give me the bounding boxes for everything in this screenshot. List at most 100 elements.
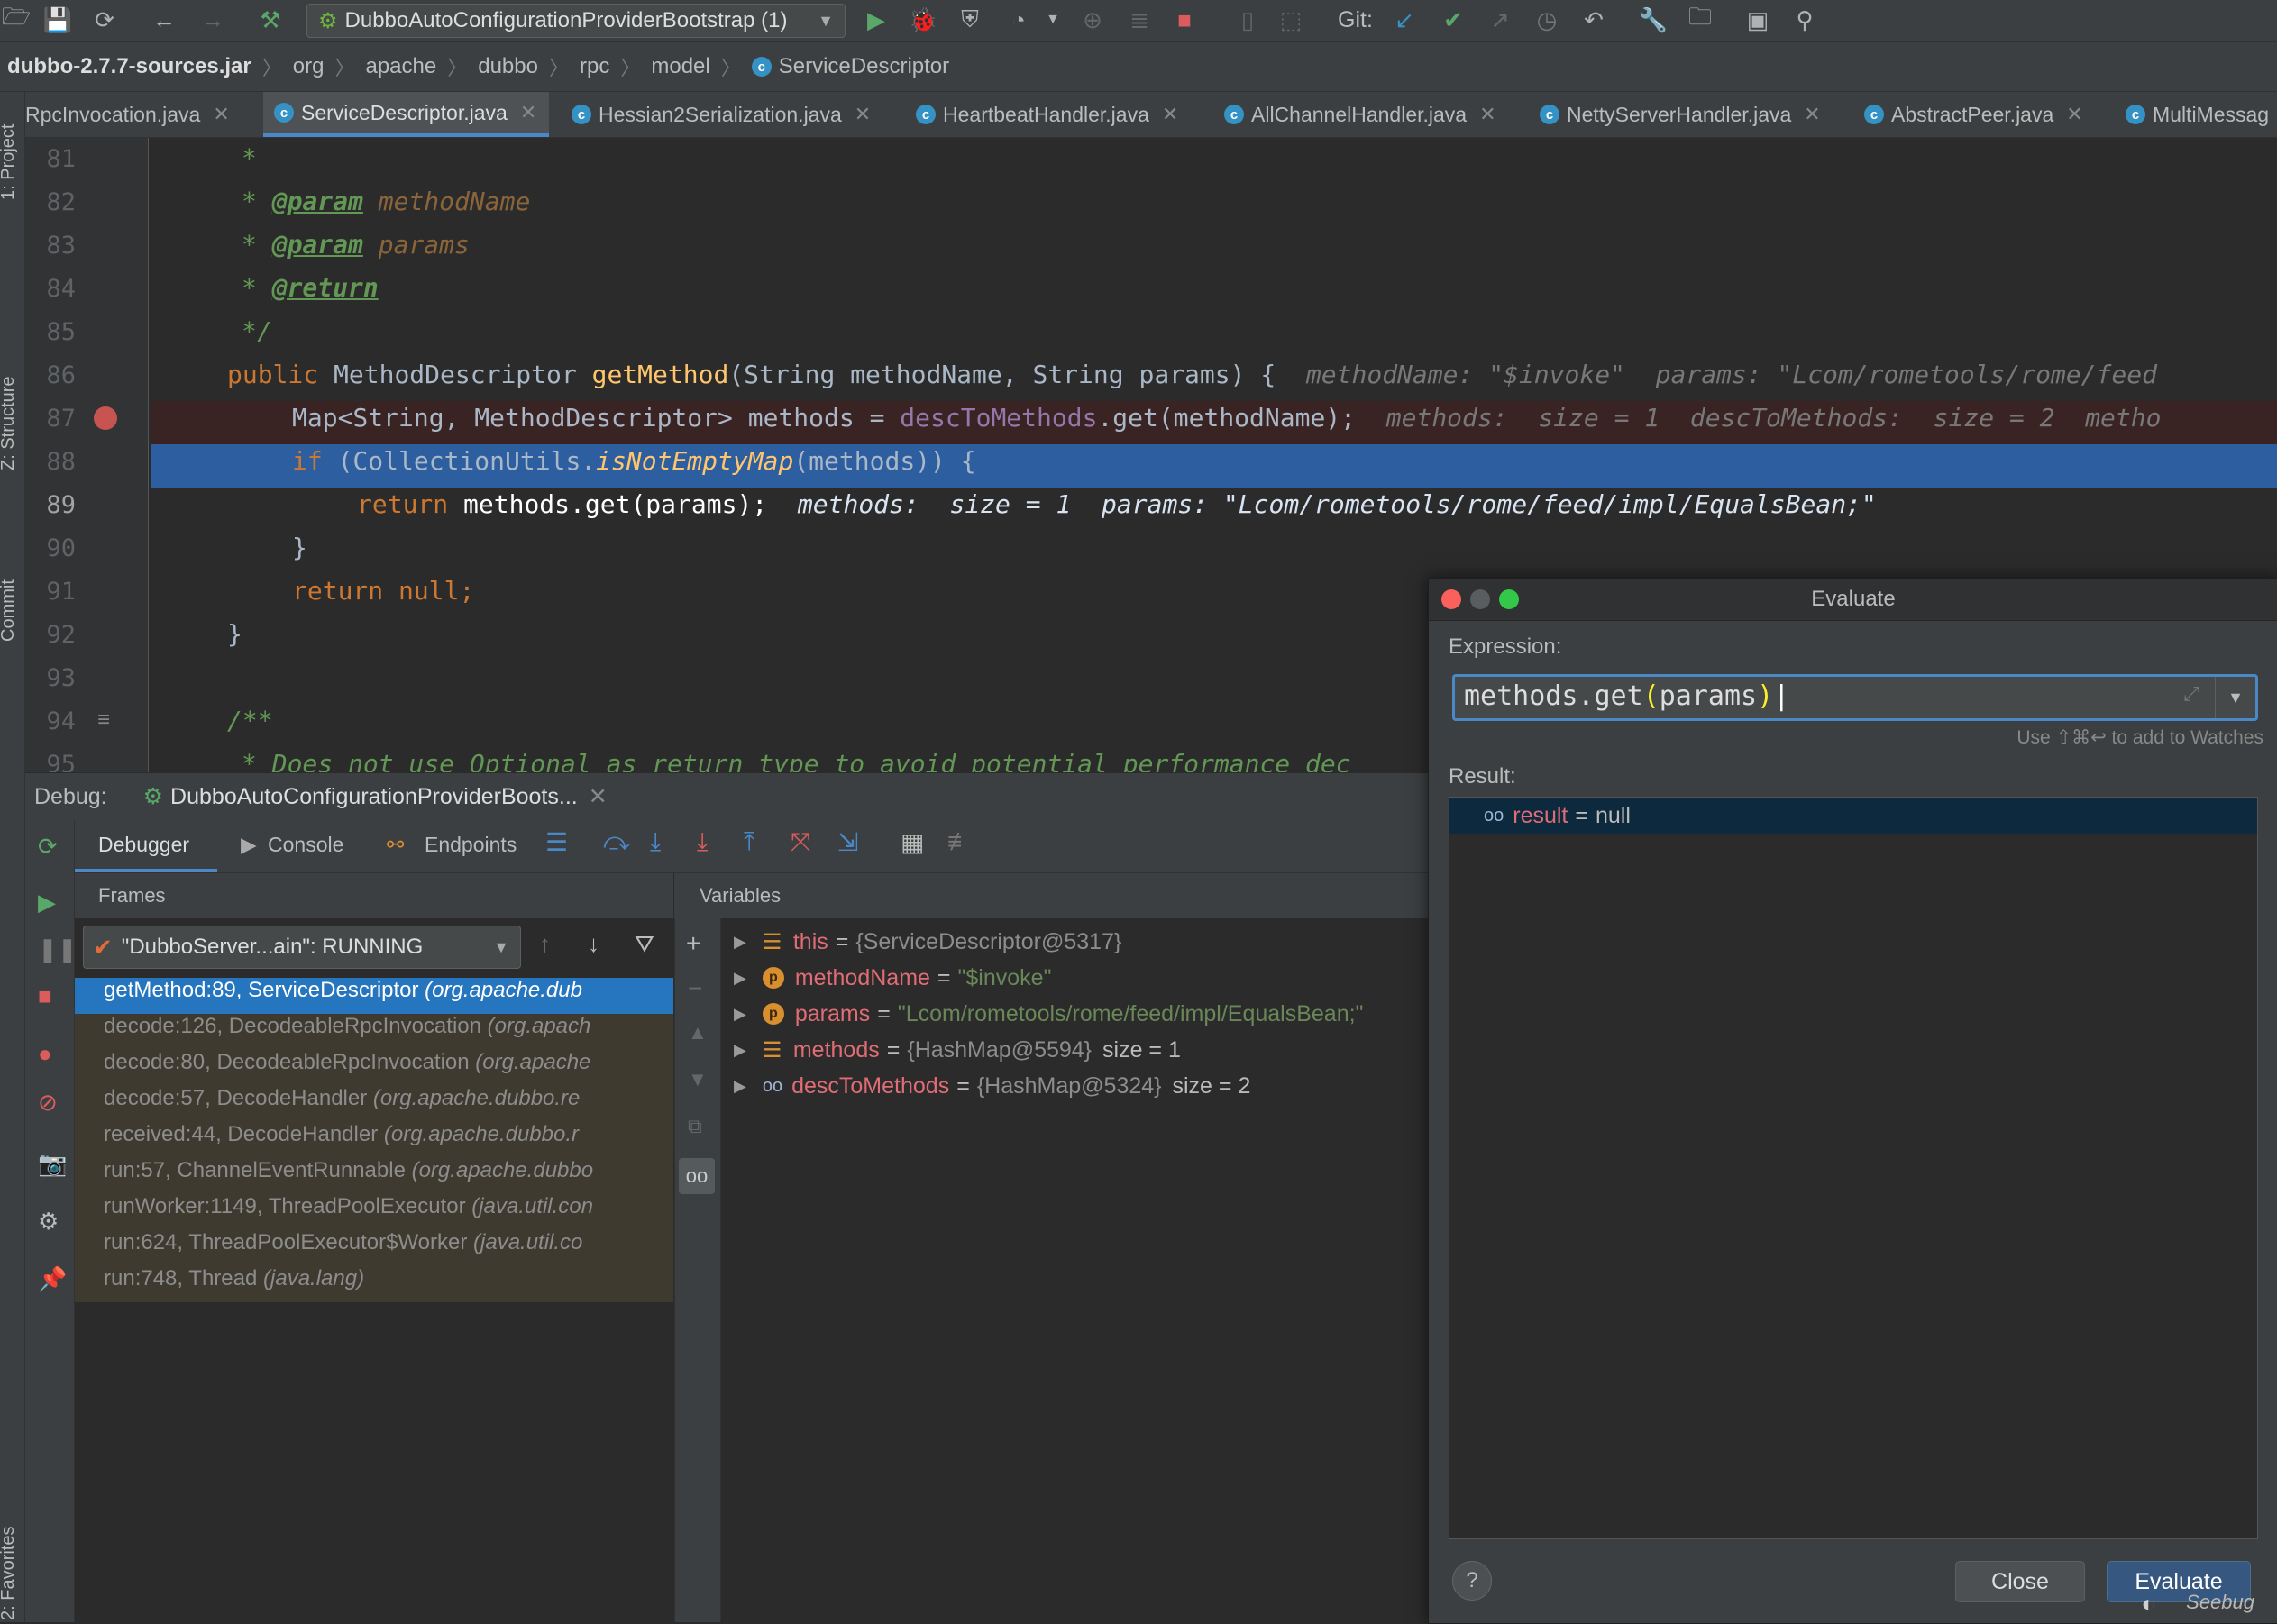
frame-item[interactable]: received:44, DecodeHandler (org.apache.d… (75, 1122, 673, 1158)
close-button[interactable]: Close (1955, 1561, 2085, 1602)
frame-item[interactable]: getMethod:89, ServiceDescriptor (org.apa… (75, 978, 673, 1014)
editor-gutter[interactable]: 81 82 83 84 85 86 87 88 89 90 91 92 93 9… (25, 138, 149, 772)
resume-icon[interactable]: ▶ (38, 889, 56, 917)
sync-icon[interactable]: ⟳ (90, 5, 119, 34)
debug-session-tab[interactable]: DubboAutoConfigurationProviderBoots... (170, 784, 578, 810)
project-structure-icon[interactable]: 🗀 (1686, 3, 1715, 34)
remove-watch-icon[interactable]: − (688, 974, 702, 1003)
expand-arrow-icon[interactable]: ▶ (734, 933, 746, 952)
terminal-icon[interactable]: ▣ (1743, 5, 1772, 34)
tab-abstractpeer[interactable]: c AbstractPeer.java ✕ (1864, 92, 2083, 137)
tab-servicedescriptor[interactable]: c ServiceDescriptor.java ✕ (263, 92, 550, 137)
close-icon[interactable]: ✕ (1479, 103, 1495, 126)
git-push-icon[interactable]: ↗ (1486, 5, 1514, 34)
history-dropdown-icon[interactable]: ▼ (2215, 677, 2255, 718)
attach-icon[interactable]: ⊕ (1078, 5, 1107, 34)
step-out-icon[interactable]: ⤒ (744, 827, 754, 857)
breadcrumb-apache[interactable]: apache (365, 54, 436, 79)
breadcrumb-rpc[interactable]: rpc (580, 54, 609, 79)
step-into-icon[interactable]: ⤓ (650, 827, 661, 857)
variable-row[interactable]: ▶ p params = "Lcom/rometools/rome/feed/imp… (734, 996, 1363, 1032)
git-update-icon[interactable]: ↙ (1390, 5, 1419, 34)
minimize-window-icon[interactable] (1470, 589, 1490, 609)
tab-endpoints[interactable]: Endpoints (425, 833, 517, 857)
close-window-icon[interactable] (1441, 589, 1461, 609)
drop-frame-icon[interactable]: ⤧ (791, 827, 810, 857)
step-over-icon[interactable]: ⤼ (603, 827, 630, 857)
breadcrumb-org[interactable]: org (293, 54, 325, 79)
move-up-icon[interactable]: ▲ (688, 1021, 708, 1045)
breadcrumb-jar[interactable]: dubbo-2.7.7-sources.jar (7, 54, 251, 79)
filter-icon[interactable]: ⛛ (635, 930, 654, 959)
tab-multimessage[interactable]: c MultiMessag (2126, 92, 2269, 137)
frame-item[interactable]: runWorker:1149, ThreadPoolExecutor (java… (75, 1194, 673, 1230)
close-icon[interactable]: ✕ (213, 103, 229, 126)
view-breakpoints-icon[interactable]: ● (38, 1040, 52, 1068)
mute-breakpoints-icon[interactable]: ⊘ (38, 1089, 58, 1117)
force-step-into-icon[interactable]: ⤓ (697, 827, 708, 857)
device-icon[interactable]: ▯ (1233, 5, 1262, 34)
tab-allchannelhandler[interactable]: c AllChannelHandler.java ✕ (1224, 92, 1496, 137)
documentation-icon[interactable]: ≡ (97, 707, 110, 733)
maximize-window-icon[interactable] (1499, 589, 1519, 609)
breadcrumb-model[interactable]: model (651, 54, 709, 79)
frame-item[interactable]: decode:80, DecodeableRpcInvocation (org.… (75, 1050, 673, 1086)
tab-console[interactable]: Console (268, 833, 343, 857)
save-icon[interactable]: 💾 (43, 5, 72, 34)
dialog-title-bar[interactable]: Evaluate (1429, 579, 2277, 621)
breadcrumb-class[interactable]: ServiceDescriptor (779, 54, 949, 79)
close-icon[interactable]: ✕ (2066, 103, 2082, 126)
expand-arrow-icon[interactable]: ▶ (734, 969, 746, 988)
forward-arrow-icon[interactable]: → (198, 5, 227, 34)
frame-item[interactable]: run:624, ThreadPoolExecutor$Worker (java… (75, 1230, 673, 1266)
expand-icon[interactable]: ⤢ (2183, 682, 2199, 706)
copy-icon[interactable]: ⧉ (688, 1115, 702, 1138)
breadcrumb-dubbo[interactable]: dubbo (478, 54, 538, 79)
help-button[interactable]: ? (1452, 1561, 1492, 1601)
structure-tool-tab[interactable]: Z: Structure (0, 377, 19, 470)
git-commit-icon[interactable]: ✔ (1439, 5, 1468, 34)
rerun-icon[interactable]: ⟳ (38, 833, 58, 861)
run-to-cursor-icon[interactable]: ⇲ (837, 827, 858, 857)
expand-arrow-icon[interactable]: ▶ (734, 1077, 746, 1096)
expand-arrow-icon[interactable]: ▶ (734, 1005, 746, 1024)
run-configuration-selector[interactable]: ⚙ DubboAutoConfigurationProviderBootstra… (306, 4, 846, 38)
trace-icon[interactable]: ≢ (947, 827, 973, 856)
show-execution-point-icon[interactable]: ☰ (545, 827, 568, 857)
close-icon[interactable]: ✕ (520, 101, 536, 124)
variable-row[interactable]: ▶ oo descToMethods = {HashMap@5324} size = … (734, 1068, 1250, 1104)
down-arrow-icon[interactable]: ↓ (588, 930, 599, 958)
close-icon[interactable]: ✕ (1162, 103, 1178, 126)
variable-row[interactable]: ▶ ☰ methods = {HashMap@5594} size = 1 (734, 1032, 1181, 1068)
move-down-icon[interactable]: ▼ (688, 1068, 708, 1091)
expression-input[interactable]: methods.get(params)| ⤢ ▼ (1452, 674, 2258, 721)
search-icon[interactable]: ⚲ (1790, 5, 1819, 34)
thread-selector[interactable]: ✔ "DubboServer...ain": RUNNING ▼ (83, 926, 521, 969)
stop-icon[interactable]: ■ (1170, 5, 1199, 34)
close-icon[interactable]: ✕ (1804, 103, 1820, 126)
variable-row[interactable]: ▶ ☰ this = {ServiceDescriptor@5317} (734, 924, 1121, 960)
commit-tool-tab[interactable]: Commit (0, 579, 19, 642)
result-row[interactable]: oo result = null (1449, 798, 2257, 834)
close-icon[interactable]: ✕ (589, 783, 608, 810)
add-watch-icon[interactable]: + (686, 929, 700, 958)
tab-heartbeathandler[interactable]: c HeartbeatHandler.java ✕ (916, 92, 1178, 137)
tab-hessian2serialization[interactable]: c Hessian2Serialization.java ✕ (572, 92, 871, 137)
up-arrow-icon[interactable]: ↑ (539, 930, 551, 958)
profile-dropdown-icon[interactable]: ▼ (1038, 5, 1067, 34)
stop-icon[interactable]: ■ (38, 982, 52, 1010)
frame-item[interactable]: run:748, Thread (java.lang) (75, 1266, 673, 1302)
variable-row[interactable]: ▶ p methodName = "$invoke" (734, 960, 1051, 996)
wrench-icon[interactable]: 🔧 (1639, 5, 1668, 34)
sdk-icon[interactable]: ⬚ (1276, 5, 1305, 34)
frame-item[interactable]: decode:126, DecodeableRpcInvocation (org… (75, 1014, 673, 1050)
watches-toggle-icon[interactable]: oo (679, 1158, 715, 1194)
expand-arrow-icon[interactable]: ▶ (734, 1041, 746, 1060)
run-icon[interactable]: ▶ (862, 5, 891, 34)
debug-icon[interactable]: 🐞 (909, 5, 937, 34)
close-icon[interactable]: ✕ (855, 103, 871, 126)
build-icon[interactable]: ≣ (1125, 5, 1154, 34)
tab-rpcinvocation[interactable]: RpcInvocation.java ✕ (25, 92, 230, 137)
hammer-icon[interactable]: ⚒ (256, 5, 285, 34)
coverage-icon[interactable]: ⛨ (956, 5, 984, 34)
